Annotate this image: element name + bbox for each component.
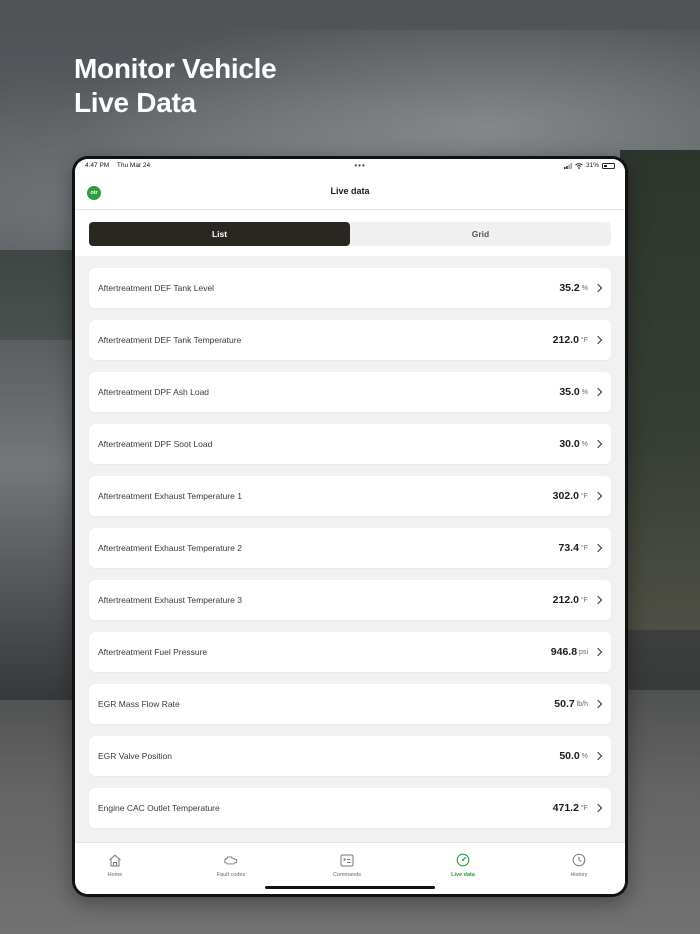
chevron-right-icon <box>593 803 603 813</box>
list-item-label: Engine CAC Outlet Temperature <box>98 803 220 813</box>
list-item-value: 471.2 <box>552 802 579 814</box>
list-item-label: Aftertreatment DPF Ash Load <box>98 387 210 397</box>
tab-label: Live data <box>451 872 475 878</box>
list-item[interactable]: Aftertreatment DEF Tank Temperature 212.… <box>89 320 611 360</box>
list-item[interactable]: Aftertreatment DEF Tank Level 35.2% <box>89 268 611 308</box>
list-item-label: EGR Mass Flow Rate <box>98 699 180 709</box>
multitasking-dots[interactable]: ••• <box>354 161 365 170</box>
list-item-value: 50.7 <box>554 698 575 710</box>
chevron-right-icon <box>593 283 603 293</box>
list-item[interactable]: EGR Valve Position 50.0% <box>89 736 611 776</box>
list-item[interactable]: Aftertreatment DPF Soot Load 30.0% <box>89 424 611 464</box>
list-item-unit: °F <box>580 492 588 500</box>
list-item-unit: % <box>581 284 588 292</box>
list-item[interactable]: Aftertreatment Exhaust Temperature 2 73.… <box>89 528 611 568</box>
battery-icon <box>602 162 615 169</box>
segmented-control: List Grid <box>89 222 611 246</box>
clock-icon <box>572 853 586 867</box>
gauge-icon <box>456 853 470 867</box>
list-item-unit: °F <box>580 544 588 552</box>
list-item-value: 212.0 <box>552 594 579 606</box>
chevron-right-icon <box>593 699 603 709</box>
tab-label: History <box>570 872 588 878</box>
tab-label: Commands <box>332 872 362 878</box>
segment-grid[interactable]: Grid <box>350 222 611 246</box>
chevron-right-icon <box>593 491 603 501</box>
tab-label: Fault codes <box>216 872 246 878</box>
home-indicator[interactable] <box>265 886 435 889</box>
list-item-label: Aftertreatment Fuel Pressure <box>98 647 208 657</box>
list-item-unit: lb/h <box>576 700 588 708</box>
list-item-value: 946.8 <box>550 646 578 658</box>
wifi-icon <box>575 162 583 169</box>
tab-live-data[interactable]: Live data <box>433 843 493 894</box>
list-item-value: 212.0 <box>552 334 579 346</box>
list-item-unit: % <box>581 388 588 396</box>
page-title: Live data <box>330 185 370 196</box>
list-item[interactable]: EGR Mass Flow Rate 50.7 lb/h <box>89 684 611 724</box>
tablet-frame: 4:47 PM Thu Mar 24 ••• 31% otr Live data… <box>72 156 628 897</box>
list-item-label: Aftertreatment Exhaust Temperature 1 <box>98 491 242 501</box>
list-item[interactable]: Aftertreatment DPF Ash Load 35.0% <box>89 372 611 412</box>
chevron-right-icon <box>593 335 603 345</box>
segment-list[interactable]: List <box>89 222 350 246</box>
list-item-unit: °F <box>580 804 588 812</box>
chevron-right-icon <box>593 543 603 553</box>
nav-bar: otr Live data <box>75 172 625 210</box>
home-icon <box>108 853 122 867</box>
list-item-unit: % <box>581 440 588 448</box>
tab-bar: Home Fault codes Commands Live data Hist… <box>75 842 625 894</box>
list-item-unit: psi <box>579 648 588 656</box>
chevron-right-icon <box>593 439 603 449</box>
app-screen: 4:47 PM Thu Mar 24 ••• 31% otr Live data… <box>75 159 625 894</box>
status-time: 4:47 PM <box>85 162 110 169</box>
signal-icon <box>563 162 572 169</box>
list-item-unit: °F <box>580 596 588 604</box>
list-item-label: EGR Valve Position <box>98 751 173 761</box>
list-item[interactable]: Aftertreatment Exhaust Temperature 3 212… <box>89 580 611 620</box>
tab-home[interactable]: Home <box>85 843 145 894</box>
list-item-label: Aftertreatment DEF Tank Level <box>98 283 215 293</box>
list-item-label: Aftertreatment DPF Soot Load <box>98 439 213 449</box>
view-switcher: List Grid <box>75 210 625 256</box>
tab-label: Home <box>107 872 123 878</box>
commands-icon <box>340 853 354 867</box>
headline: Monitor Vehicle Live Data <box>74 52 277 120</box>
tab-history[interactable]: History <box>549 843 609 894</box>
list-item[interactable]: Aftertreatment Exhaust Temperature 1 302… <box>89 476 611 516</box>
tab-fault-codes[interactable]: Fault codes <box>201 843 261 894</box>
battery-percent: 31% <box>585 162 599 169</box>
list-item-label: Aftertreatment DEF Tank Temperature <box>98 335 242 345</box>
otr-logo[interactable]: otr <box>87 186 101 200</box>
list-item-unit: °F <box>580 336 588 344</box>
chevron-right-icon <box>593 595 603 605</box>
list-item-value: 302.0 <box>552 490 579 502</box>
live-data-list: Aftertreatment DEF Tank Level 35.2% Afte… <box>75 256 625 828</box>
headline-line-2: Live Data <box>74 87 196 118</box>
list-item[interactable]: Aftertreatment Fuel Pressure 946.8 psi <box>89 632 611 672</box>
list-item-value: 30.0 <box>559 438 580 450</box>
list-item-label: Aftertreatment Exhaust Temperature 2 <box>98 543 242 553</box>
list-item-unit: % <box>581 752 588 760</box>
status-date: Thu Mar 24 <box>116 162 151 169</box>
list-item-label: Aftertreatment Exhaust Temperature 3 <box>98 595 242 605</box>
list-item-value: 35.0 <box>559 386 580 398</box>
list-item[interactable]: Engine CAC Outlet Temperature 471.2 °F <box>89 788 611 828</box>
list-item-value: 35.2 <box>559 282 580 294</box>
chevron-right-icon <box>593 647 603 657</box>
engine-icon <box>224 853 238 867</box>
list-item-value: 50.0 <box>559 750 580 762</box>
chevron-right-icon <box>593 751 603 761</box>
chevron-right-icon <box>593 387 603 397</box>
status-bar: 4:47 PM Thu Mar 24 ••• 31% <box>75 159 625 172</box>
headline-line-1: Monitor Vehicle <box>74 53 277 84</box>
list-item-value: 73.4 <box>558 542 579 554</box>
